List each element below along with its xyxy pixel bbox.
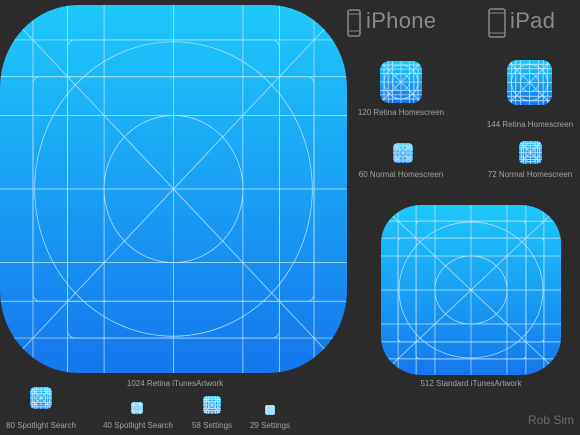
app-icon-512	[381, 205, 561, 375]
icon-grid-graphic	[30, 387, 52, 409]
caption-40: 40 Spotlight Search	[103, 421, 173, 430]
caption-144: 144 Retina Homescreen	[486, 120, 574, 129]
iphone-header: iPhone	[366, 8, 437, 33]
app-icon-72	[519, 141, 542, 164]
app-icon-29	[265, 405, 275, 415]
caption-58: 58 Settings	[191, 421, 233, 430]
caption-1024: 1024 Retina iTunesArtwork	[126, 379, 224, 388]
author-credit: Rob Sim	[528, 413, 575, 427]
icon-grid-graphic	[380, 61, 422, 103]
icon-grid-graphic	[131, 402, 143, 414]
app-icon-120	[380, 61, 422, 103]
caption-120: 120 Retina Homescreen	[357, 108, 445, 117]
ipad-header: iPad	[510, 8, 556, 33]
icon-grid-graphic	[393, 143, 413, 163]
app-icon-1024	[0, 5, 347, 373]
caption-80: 80 Spotlight Search	[6, 421, 76, 430]
caption-60: 60 Normal Homescreen	[358, 170, 444, 179]
icon-grid-graphic	[265, 405, 275, 415]
app-icon-40	[131, 402, 143, 414]
app-icon-144	[507, 60, 552, 105]
icon-grid-graphic	[0, 5, 347, 373]
app-icon-60	[393, 143, 413, 163]
icon-grid-graphic	[203, 396, 221, 414]
icon-grid-graphic	[519, 141, 542, 164]
ipad-device-icon	[488, 8, 506, 38]
app-icon-80	[30, 387, 52, 409]
caption-29: 29 Settings	[249, 421, 291, 430]
app-icon-58	[203, 396, 221, 414]
icon-grid-graphic	[381, 205, 561, 375]
caption-72: 72 Normal Homescreen	[487, 170, 573, 179]
caption-512: 512 Standard iTunesArtwork	[420, 379, 522, 388]
icon-grid-graphic	[507, 60, 552, 105]
iphone-device-icon	[347, 9, 361, 37]
